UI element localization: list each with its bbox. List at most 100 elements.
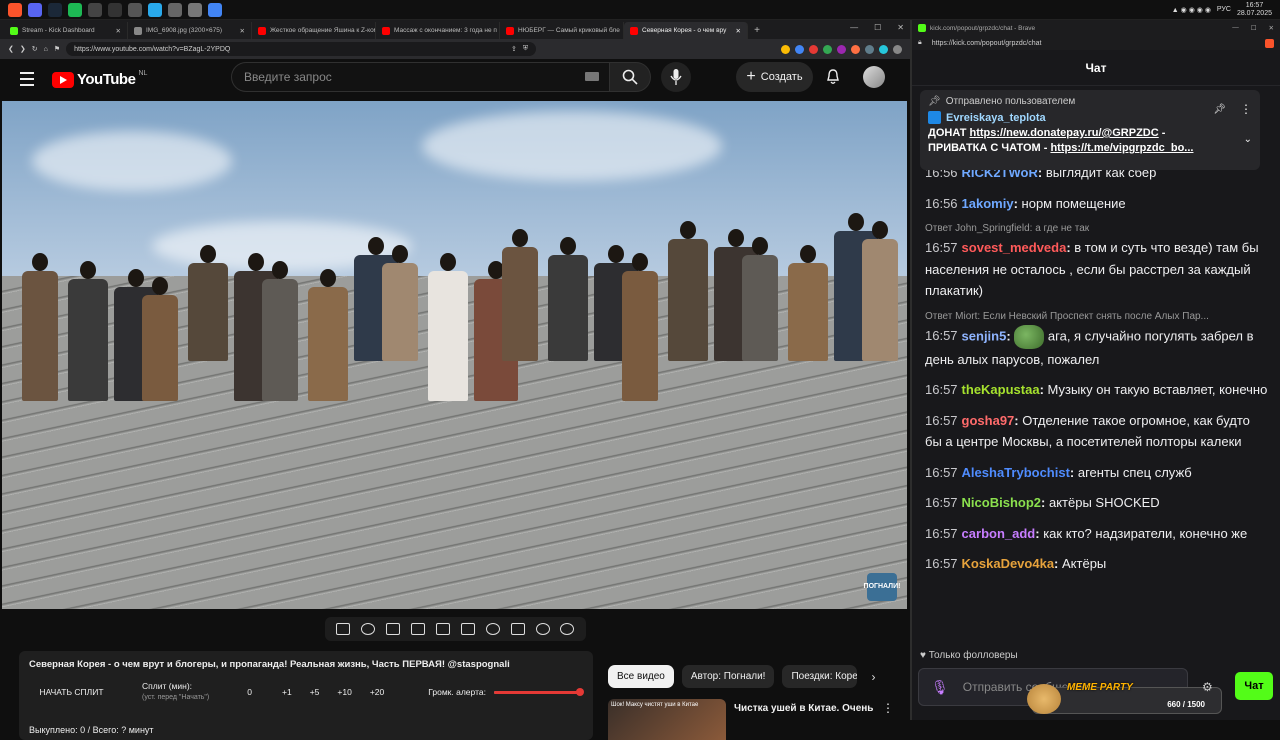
keyboard-icon[interactable] — [585, 72, 599, 81]
bookmark-icon[interactable]: ⚑ — [54, 45, 60, 53]
url-field[interactable]: https://www.youtube.com/watch?v=BZagL-2Y… — [66, 42, 536, 56]
app-icon[interactable] — [128, 3, 142, 17]
app-icon[interactable] — [188, 3, 202, 17]
shield-icon[interactable]: ⛨ — [523, 45, 528, 53]
spotify-icon[interactable] — [68, 3, 82, 17]
add-box-icon[interactable] — [511, 623, 525, 635]
gear-icon[interactable] — [560, 623, 574, 635]
audio-icon[interactable] — [361, 623, 375, 635]
telegram-link[interactable]: https://t.me/vipgrpzdc_bo... — [1050, 142, 1193, 154]
donate-link[interactable]: https://new.donatepay.ru/@GRPZDC — [970, 127, 1159, 139]
close-tab-icon[interactable]: ✕ — [240, 27, 245, 35]
clapperboard-icon[interactable] — [411, 623, 425, 635]
discord-icon[interactable] — [28, 3, 42, 17]
telegram-icon[interactable] — [148, 3, 162, 17]
chevron-right-icon[interactable]: › — [871, 670, 875, 684]
chat-message[interactable]: 16:57carbon_add: как кто? надзиратели, к… — [912, 523, 1280, 545]
notifications-bell-icon[interactable] — [826, 69, 840, 90]
extension-icon[interactable] — [823, 45, 832, 54]
chat-message[interactable]: 16:57NicoBishop2: актёры SHOCKED — [912, 492, 1280, 514]
search-input[interactable]: Введите запрос — [231, 62, 609, 92]
app-icon[interactable] — [88, 3, 102, 17]
message-username[interactable]: theKapustaa — [962, 382, 1040, 397]
reply-context[interactable]: Ответ John_Springfield: а где не так — [912, 223, 1280, 235]
pinned-username[interactable]: Evreiskaya_teplota — [946, 112, 1046, 124]
pin-icon[interactable]: 📌︎ — [1213, 104, 1226, 115]
message-username[interactable]: KoskaDevo4ka — [962, 556, 1055, 571]
chat-message[interactable]: 16:57theKapustaa: Музыку он такую вставл… — [912, 379, 1280, 401]
reload-icon[interactable]: ↻ — [32, 45, 38, 53]
browser-tab[interactable]: Северная Корея - о чем вру✕ — [624, 22, 748, 39]
message-username[interactable]: AleshaTrybochist — [962, 465, 1070, 480]
close-tab-icon[interactable]: ✕ — [116, 27, 121, 35]
browser-tab[interactable]: Жесткое обращение Яшина к Z-ком✕ — [252, 22, 376, 39]
close-icon[interactable]: ✕ — [897, 23, 904, 32]
message-username[interactable]: sovest_medveda — [962, 240, 1067, 255]
filter-chip[interactable]: Все видео — [608, 665, 674, 688]
speed-gauge-icon[interactable] — [486, 623, 500, 635]
chat-message[interactable]: 16:57sovest_medveda: в том и суть что ве… — [912, 237, 1280, 302]
reply-context[interactable]: Ответ Miort: Если Невский Проспект снять… — [912, 311, 1280, 323]
increment-button[interactable]: +10 — [337, 687, 351, 697]
microphone-icon[interactable]: 🎙︎ — [931, 679, 949, 696]
slider-handle[interactable] — [576, 688, 584, 696]
increment-button[interactable]: +20 — [370, 687, 384, 697]
message-username[interactable]: 1akomiy — [962, 196, 1014, 211]
loop-icon[interactable] — [336, 623, 350, 635]
chat-message[interactable]: 16:57AleshaTrybochist: агенты спец служб — [912, 462, 1280, 484]
voice-search-button[interactable] — [661, 62, 691, 92]
url-text[interactable]: https://kick.com/popout/grpzdc/chat — [928, 40, 1259, 47]
extension-icon[interactable] — [851, 45, 860, 54]
brave-icon[interactable] — [8, 3, 22, 17]
brave-shield-icon[interactable] — [1265, 39, 1274, 48]
create-button[interactable]: + Создать — [736, 62, 813, 92]
chat-message[interactable]: 16:561akomiy: норм помещение — [912, 193, 1280, 215]
browser-tab[interactable]: IMG_6908.jpg (3200×675)✕ — [128, 22, 252, 39]
gear-icon[interactable]: ⚙ — [1202, 680, 1213, 694]
back-icon[interactable]: ❮ — [8, 45, 14, 53]
menu-icon[interactable] — [893, 45, 902, 54]
maximize-icon[interactable]: ☐ — [1251, 24, 1257, 32]
app-icon[interactable] — [168, 3, 182, 17]
camera-icon[interactable] — [536, 623, 550, 635]
chat-message[interactable]: 16:57gosha97: Отделение такое огромное, … — [912, 410, 1280, 453]
clock[interactable]: 16:57 28.07.2025 — [1237, 2, 1272, 18]
new-tab-button[interactable]: + — [748, 22, 766, 39]
pinned-user[interactable]: Evreiskaya_teplota — [928, 111, 1252, 124]
chat-message[interactable]: 16:57senjin5: ага, я случайно погулять з… — [912, 325, 1280, 371]
extension-icon[interactable] — [795, 45, 804, 54]
message-username[interactable]: senjin5 — [962, 328, 1007, 343]
filmstrip-icon[interactable] — [461, 623, 475, 635]
language-indicator[interactable]: РУС — [1217, 6, 1231, 13]
extension-icon[interactable] — [781, 45, 790, 54]
minimize-icon[interactable]: — — [850, 23, 858, 32]
pinned-message[interactable]: 📌︎Отправлено пользователем Evreiskaya_te… — [920, 90, 1260, 170]
share-icon[interactable]: ⇪ — [511, 45, 517, 53]
extension-icon[interactable] — [879, 45, 888, 54]
message-username[interactable]: gosha97 — [962, 413, 1015, 428]
picture-in-picture-icon[interactable] — [436, 623, 450, 635]
youtube-logo[interactable]: YouTube NL — [52, 71, 147, 88]
steam-icon[interactable] — [48, 3, 62, 17]
browser-tab[interactable]: НЮБЕРГ — Самый криковый бле✕ — [500, 22, 624, 39]
close-tab-icon[interactable]: ✕ — [736, 27, 741, 35]
message-username[interactable]: carbon_add — [962, 526, 1036, 541]
home-icon[interactable]: ⌂ — [44, 46, 48, 53]
filter-chip[interactable]: Автор: Погнали! — [682, 665, 775, 688]
extension-icon[interactable] — [809, 45, 818, 54]
chat-message[interactable]: 16:57KoskaDevo4ka: Актёры — [912, 553, 1280, 575]
chevron-down-icon[interactable]: ⌄ — [1244, 134, 1252, 145]
app-icon[interactable] — [108, 3, 122, 17]
filter-chip[interactable]: Поездки: Коре — [782, 665, 857, 688]
video-player[interactable]: ПОГНАЛИ! — [2, 101, 907, 609]
more-options-icon[interactable]: ⋮ — [1240, 102, 1252, 116]
app-icon[interactable] — [208, 3, 222, 17]
video-settings-icon[interactable] — [386, 623, 400, 635]
extension-icon[interactable] — [837, 45, 846, 54]
forward-icon[interactable]: ❯ — [20, 45, 26, 53]
close-icon[interactable]: ✕ — [1269, 24, 1274, 32]
extension-icon[interactable] — [865, 45, 874, 54]
browser-tab[interactable]: Массаж с окончанием: 3 года не п✕ — [376, 22, 500, 39]
increment-button[interactable]: +5 — [310, 687, 320, 697]
menu-hamburger-icon[interactable] — [20, 72, 34, 90]
